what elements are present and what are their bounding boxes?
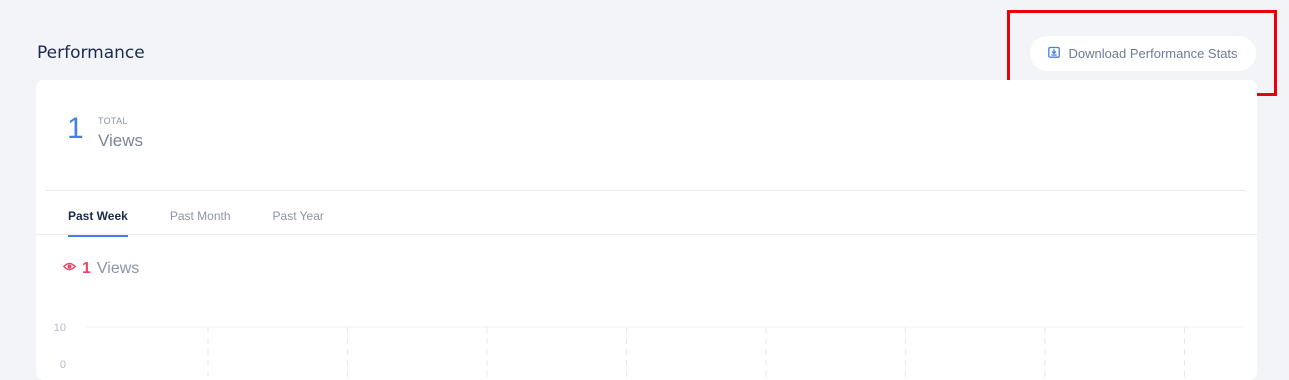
eye-icon [62,260,77,278]
page-title: Performance [37,43,145,63]
performance-card: 1 TOTAL Views Past Week Past Month Past … [36,80,1257,380]
tab-past-week[interactable]: Past Week [68,209,128,237]
views-unit: Views [96,260,140,277]
period-tabs: Past Week Past Month Past Year [68,209,366,237]
tabs-divider [36,234,1257,235]
download-icon [1048,46,1061,61]
views-count: 1 [82,260,91,277]
download-performance-stats-button[interactable]: Download Performance Stats [1030,36,1256,71]
vertical-gridlines [207,327,1185,380]
tab-past-year[interactable]: Past Year [273,209,324,237]
summary-divider [46,190,1246,191]
download-button-label: Download Performance Stats [1068,46,1238,61]
total-views-number: 1 [67,112,84,145]
tab-past-month[interactable]: Past Month [170,209,231,237]
y-tick-10: 10 [54,322,66,334]
total-caption: TOTAL [98,116,128,126]
views-chart: 10 0 [54,322,1244,380]
total-unit-label: Views [98,131,144,150]
views-summary: 1 Views [62,260,140,278]
y-tick-0: 0 [60,359,66,371]
